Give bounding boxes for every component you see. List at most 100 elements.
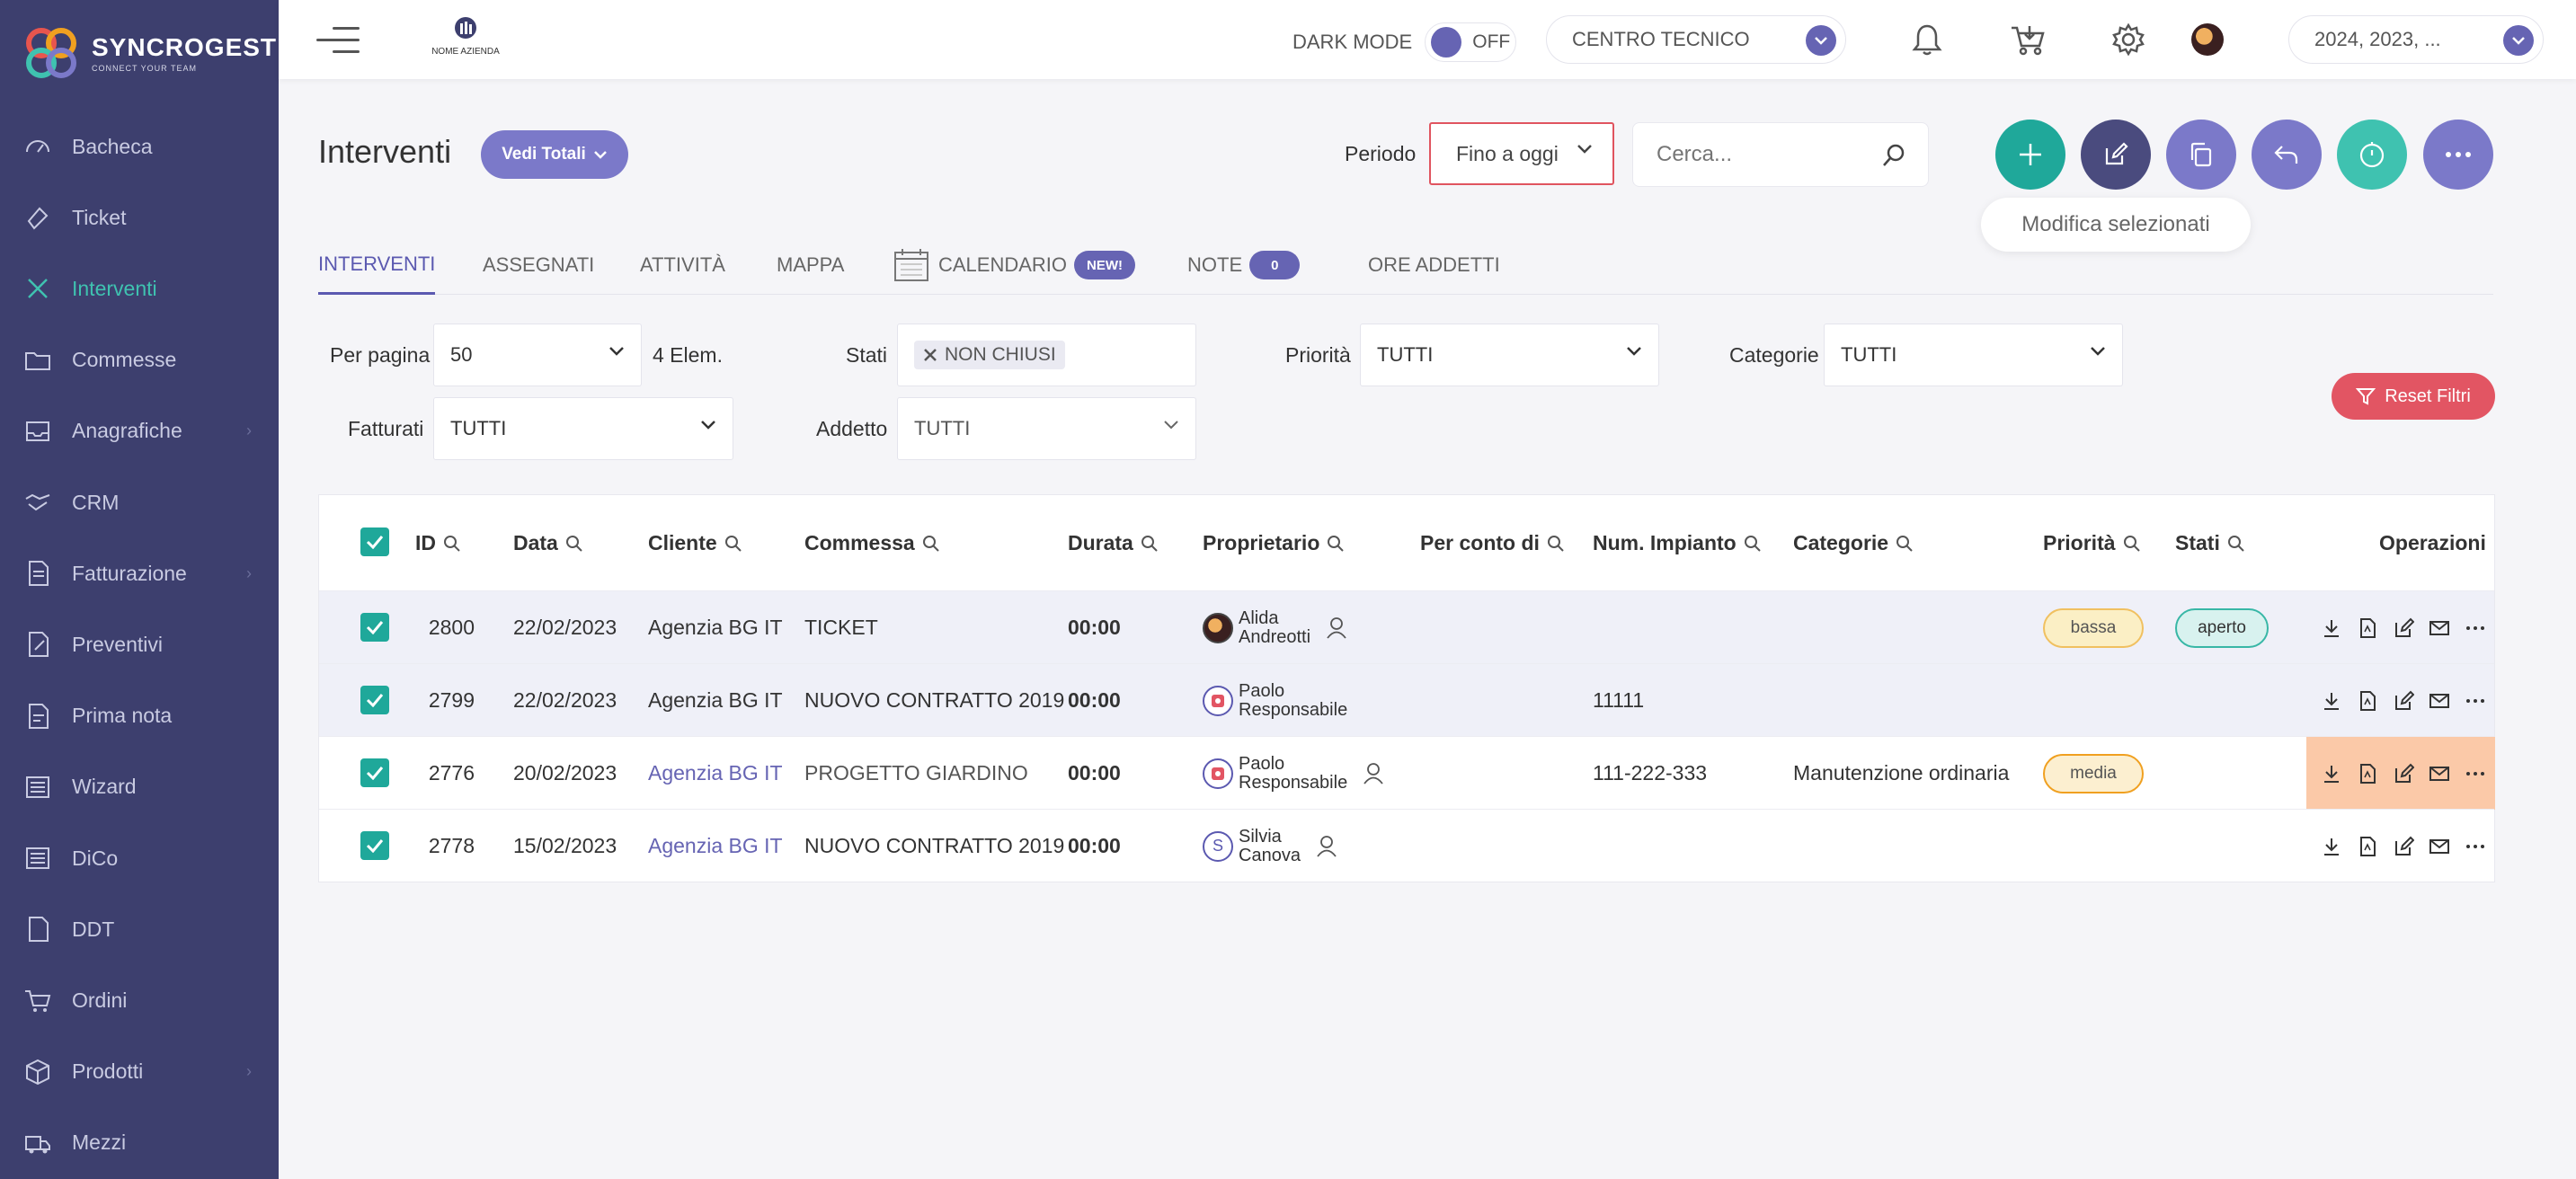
priorita-select[interactable]: TUTTI <box>1360 324 1659 386</box>
duplicate-button[interactable] <box>2166 120 2236 190</box>
sidebar-item-preventivi[interactable]: Preventivi <box>0 617 279 671</box>
tab-mappa[interactable]: MAPPA <box>777 235 844 295</box>
sidebar-item-crm[interactable]: CRM <box>0 475 279 529</box>
per-pagina-select[interactable]: 50 <box>433 324 642 386</box>
download-icon[interactable] <box>2319 688 2344 714</box>
remove-chip-icon[interactable] <box>923 348 937 362</box>
select-all-checkbox[interactable] <box>360 527 389 556</box>
tab-assegnati[interactable]: ASSEGNATI <box>483 235 594 295</box>
row-checkbox[interactable] <box>360 831 389 860</box>
user-delegate-icon[interactable] <box>1315 834 1340 859</box>
column-header[interactable]: Operazioni <box>2379 531 2486 555</box>
column-header[interactable]: Priorità <box>2043 531 2141 555</box>
sidebar-item-anagrafiche[interactable]: Anagrafiche › <box>0 404 279 458</box>
user-delegate-icon[interactable] <box>1362 761 1387 786</box>
download-icon[interactable] <box>2319 834 2344 859</box>
more-dots-icon[interactable] <box>2463 616 2488 641</box>
fatturati-select[interactable]: TUTTI <box>433 397 733 460</box>
search-icon[interactable] <box>1881 143 1906 168</box>
tab-calendario[interactable]: CALENDARIO NEW! <box>893 235 1136 295</box>
categorie-select[interactable]: TUTTI <box>1824 324 2123 386</box>
dark-mode-toggle[interactable]: OFF <box>1425 22 1517 62</box>
search-icon[interactable] <box>565 535 583 553</box>
column-header[interactable]: Commessa <box>804 531 940 555</box>
sidebar-item-dico[interactable]: DiCo <box>0 831 279 885</box>
stati-select[interactable]: NON CHIUSI <box>897 324 1196 386</box>
reset-filters-button[interactable]: Reset Filtri <box>2332 373 2495 420</box>
user-delegate-icon[interactable] <box>1325 616 1350 641</box>
column-header[interactable]: ID <box>415 531 461 555</box>
edit-icon[interactable] <box>2391 834 2416 859</box>
timer-button[interactable] <box>2337 120 2407 190</box>
sidebar-item-bacheca[interactable]: Bacheca <box>0 120 279 173</box>
column-header[interactable]: Cliente <box>648 531 742 555</box>
tab-ore-addetti[interactable]: ORE ADDETTI <box>1368 235 1500 295</box>
app-logo[interactable]: SYNCROGEST CONNECT YOUR TEAM <box>22 22 277 84</box>
table-row[interactable]: 2799 22/02/2023 Agenzia BG IT NUOVO CONTRAT… <box>319 663 2494 736</box>
tab-attivita[interactable]: ATTIVITÀ <box>640 235 725 295</box>
center-select[interactable]: CENTRO TECNICO <box>1546 15 1846 64</box>
edit-icon[interactable] <box>2391 688 2416 714</box>
add-button[interactable] <box>1995 120 2065 190</box>
gear-icon[interactable] <box>2109 20 2148 59</box>
sidebar-item-prodotti[interactable]: Prodotti › <box>0 1045 279 1099</box>
pdf-icon[interactable] <box>2355 761 2380 786</box>
search-icon[interactable] <box>724 535 742 553</box>
search-icon[interactable] <box>1141 535 1159 553</box>
sidebar-item-fatturazione[interactable]: Fatturazione › <box>0 546 279 600</box>
mail-icon[interactable] <box>2427 616 2452 641</box>
download-icon[interactable] <box>2319 761 2344 786</box>
row-checkbox[interactable] <box>360 686 389 714</box>
table-row[interactable]: 2800 22/02/2023 Agenzia BG IT TICKET 00:00 Al… <box>319 590 2494 663</box>
undo-button[interactable] <box>2252 120 2322 190</box>
mail-icon[interactable] <box>2427 834 2452 859</box>
cell-cliente[interactable]: Agenzia BG IT <box>648 737 783 810</box>
vedi-totali-button[interactable]: Vedi Totali <box>481 130 628 179</box>
edit-icon[interactable] <box>2391 761 2416 786</box>
addetto-select[interactable]: TUTTI <box>897 397 1196 460</box>
pdf-icon[interactable] <box>2355 688 2380 714</box>
column-header[interactable]: Stati <box>2175 531 2245 555</box>
edit-selected-button[interactable] <box>2081 120 2151 190</box>
sidebar-item-ddt[interactable]: DDT <box>0 902 279 956</box>
more-dots-icon[interactable] <box>2463 834 2488 859</box>
column-header[interactable]: Per conto di <box>1420 531 1565 555</box>
edit-icon[interactable] <box>2391 616 2416 641</box>
sidebar-item-mezzi[interactable]: Mezzi <box>0 1116 279 1170</box>
column-header[interactable]: Durata <box>1068 531 1159 555</box>
column-header[interactable]: Num. Impianto <box>1593 531 1762 555</box>
periodo-select[interactable]: Fino a oggi <box>1429 122 1614 185</box>
menu-toggle-icon[interactable] <box>316 27 360 54</box>
table-row[interactable]: 2776 20/02/2023 Agenzia BG IT PROGETTO GIAR… <box>319 736 2495 810</box>
search-icon[interactable] <box>1547 535 1565 553</box>
user-avatar[interactable] <box>2191 23 2224 56</box>
search-icon[interactable] <box>1896 535 1914 553</box>
search-icon[interactable] <box>922 535 940 553</box>
bell-icon[interactable] <box>1907 20 1947 59</box>
cart-icon[interactable] <box>2008 20 2047 59</box>
search-icon[interactable] <box>443 535 461 553</box>
search-input[interactable] <box>1657 142 1872 167</box>
search-icon[interactable] <box>2123 535 2141 553</box>
pdf-icon[interactable] <box>2355 616 2380 641</box>
row-checkbox[interactable] <box>360 613 389 642</box>
search-icon[interactable] <box>1327 535 1345 553</box>
sidebar-item-interventi[interactable]: Interventi <box>0 262 279 315</box>
sidebar-item-ticket[interactable]: Ticket <box>0 191 279 244</box>
pdf-icon[interactable] <box>2355 834 2380 859</box>
sidebar-item-commesse[interactable]: Commesse <box>0 333 279 387</box>
search-icon[interactable] <box>2227 535 2245 553</box>
download-icon[interactable] <box>2319 616 2344 641</box>
sidebar-item-wizard[interactable]: Wizard <box>0 760 279 814</box>
mail-icon[interactable] <box>2427 761 2452 786</box>
column-header[interactable]: Categorie <box>1793 531 1914 555</box>
tab-interventi[interactable]: INTERVENTI <box>318 235 436 295</box>
mail-icon[interactable] <box>2427 688 2452 714</box>
search-icon[interactable] <box>1744 535 1762 553</box>
more-actions-button[interactable] <box>2423 120 2493 190</box>
cell-cliente[interactable]: Agenzia BG IT <box>648 810 783 882</box>
more-dots-icon[interactable] <box>2463 761 2488 786</box>
tab-note[interactable]: NOTE 0 <box>1187 235 1301 295</box>
row-checkbox[interactable] <box>360 758 389 787</box>
sidebar-item-prima-nota[interactable]: Prima nota <box>0 689 279 743</box>
